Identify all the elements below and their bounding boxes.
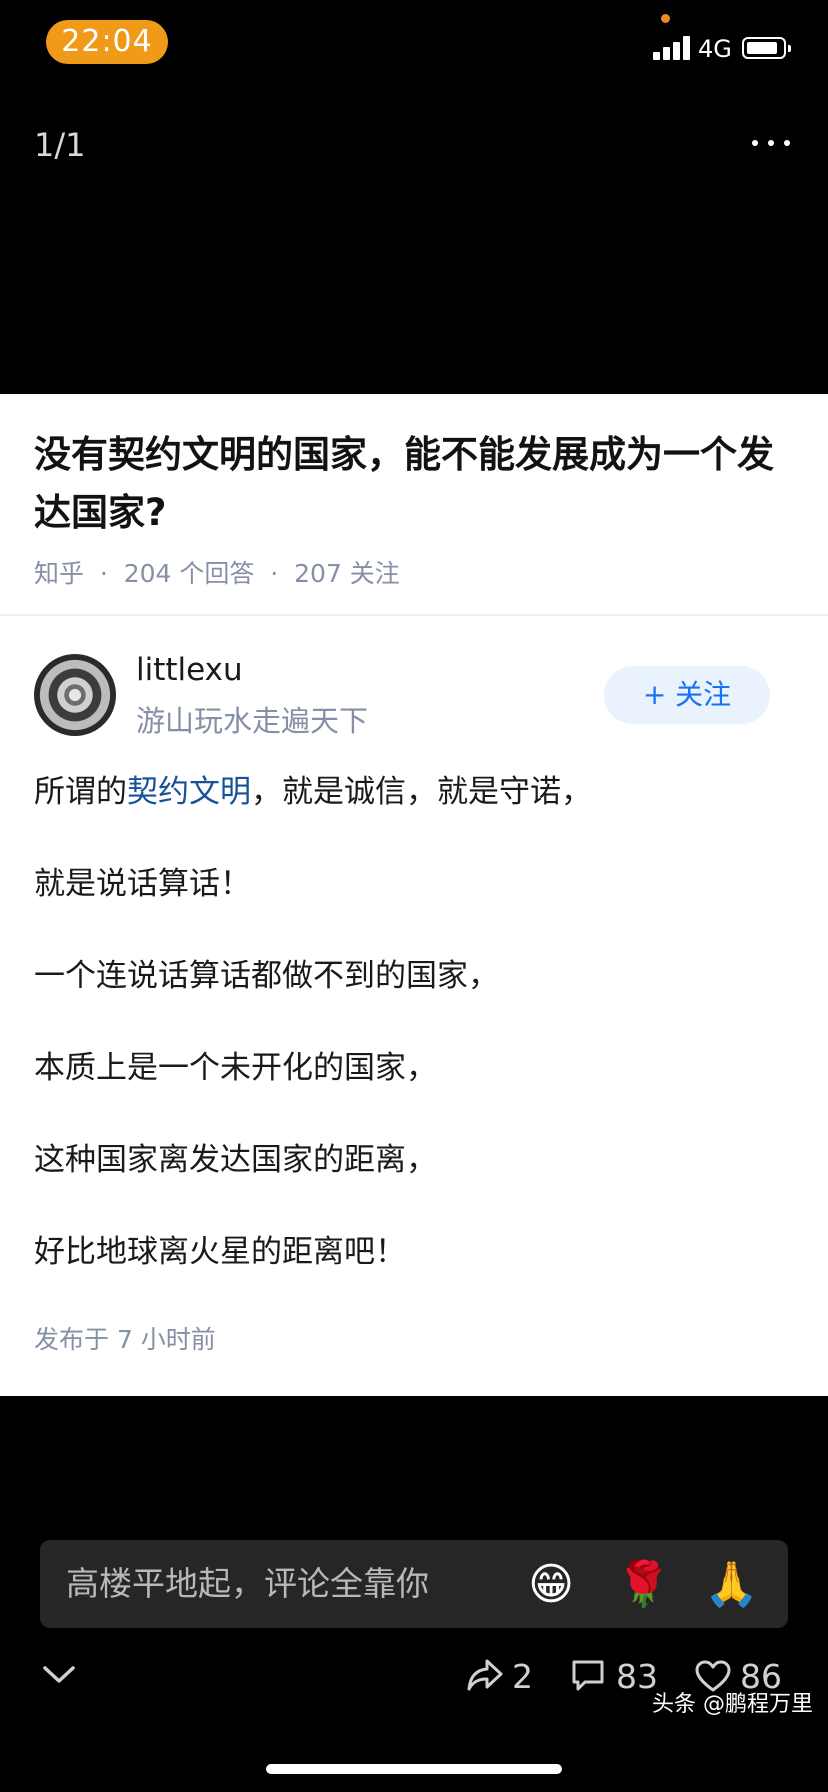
chevron-down-icon[interactable] bbox=[42, 1664, 76, 1686]
author-avatar[interactable] bbox=[34, 654, 116, 736]
camera-indicator-icon bbox=[661, 14, 670, 23]
share-icon[interactable] bbox=[466, 1658, 504, 1692]
answer-paragraph: 一个连说话算话都做不到的国家， bbox=[34, 958, 499, 994]
rose-emoji-icon[interactable]: 🌹 bbox=[616, 1560, 671, 1610]
answer-paragraph: 所谓的契约文明，就是诚信，就是守诺， bbox=[34, 770, 592, 814]
question-title[interactable]: 没有契约文明的国家，能不能发展成为一个发达国家? bbox=[34, 426, 804, 542]
question-card: 没有契约文明的国家，能不能发展成为一个发达国家? 知乎 · 204 个回答 · … bbox=[0, 394, 828, 1396]
answer-text: ，就是诚信，就是守诺， bbox=[251, 774, 592, 810]
grin-emoji-icon[interactable]: 😁 bbox=[526, 1560, 576, 1610]
pray-emoji-icon[interactable]: 🙏 bbox=[704, 1560, 759, 1610]
follow-button[interactable]: + 关注 bbox=[604, 666, 770, 724]
author-name[interactable]: littlexu bbox=[136, 652, 243, 688]
network-type: 4G bbox=[698, 35, 732, 63]
keyword-link[interactable]: 契约文明 bbox=[127, 774, 251, 810]
answer-text: 所谓的 bbox=[34, 774, 127, 810]
home-indicator[interactable] bbox=[266, 1764, 562, 1774]
signal-icon bbox=[653, 36, 691, 60]
status-time: 22:04 bbox=[46, 20, 168, 64]
answer-paragraph: 就是说话算话！ bbox=[34, 866, 251, 902]
source-watermark: 头条 @鹏程万里 bbox=[652, 1692, 813, 1717]
question-meta: 知乎 · 204 个回答 · 207 关注 bbox=[34, 559, 400, 588]
comment-icon[interactable] bbox=[570, 1658, 606, 1692]
publish-time: 发布于 7 小时前 bbox=[34, 1325, 216, 1354]
author-bio: 游山玩水走遍天下 bbox=[136, 704, 369, 738]
battery-icon bbox=[742, 37, 791, 59]
answer-paragraph: 好比地球离火星的距离吧！ bbox=[34, 1234, 406, 1270]
more-dots-icon[interactable] bbox=[752, 140, 792, 148]
divider bbox=[0, 614, 828, 616]
comment-input[interactable]: 高楼平地起，评论全靠你 😁 🌹 🙏 bbox=[40, 1540, 788, 1628]
share-count: 2 bbox=[512, 1657, 533, 1696]
answer-paragraph: 本质上是一个未开化的国家， bbox=[34, 1050, 437, 1086]
comment-placeholder: 高楼平地起，评论全靠你 bbox=[66, 1564, 429, 1603]
page-counter: 1/1 bbox=[34, 126, 86, 164]
answer-paragraph: 这种国家离发达国家的距离， bbox=[34, 1142, 437, 1178]
